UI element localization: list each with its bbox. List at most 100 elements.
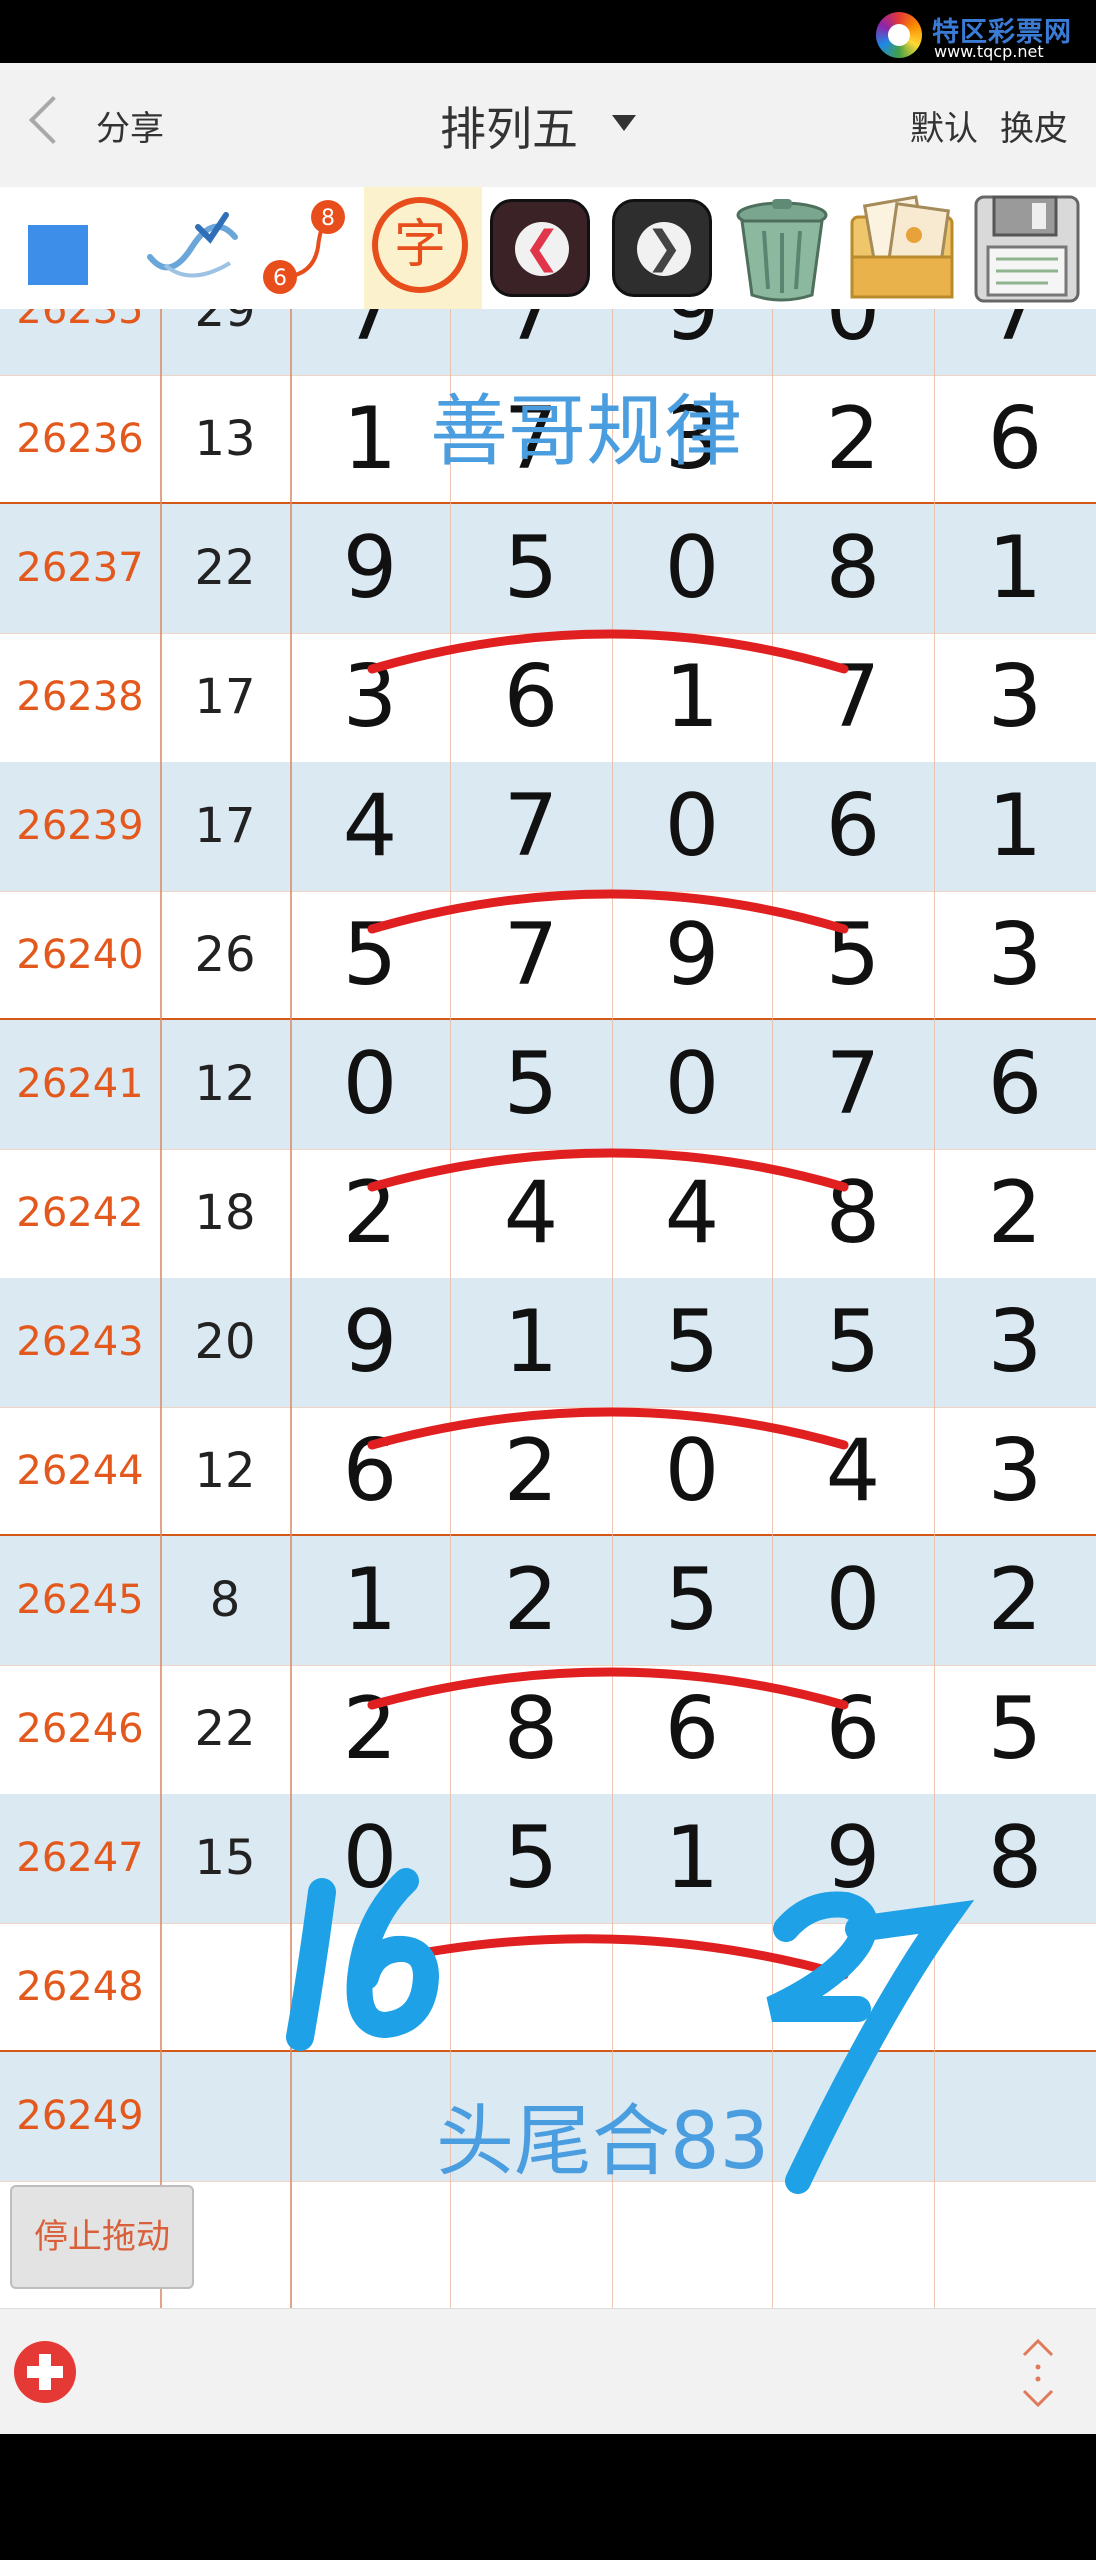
text-tool[interactable]: 字 bbox=[364, 187, 482, 309]
table-row[interactable]: 26245 8 1 2 5 0 2 bbox=[0, 1536, 1096, 1665]
color-square-tool[interactable] bbox=[28, 225, 88, 285]
digit-cell: 7 bbox=[825, 1034, 881, 1134]
digit-cell: 8 bbox=[503, 1679, 559, 1779]
digit-cell: 3 bbox=[987, 647, 1043, 747]
digit-cell: 0 bbox=[342, 1808, 398, 1908]
expand-collapse-icon[interactable] bbox=[1018, 2337, 1058, 2409]
photo-folder-icon bbox=[850, 195, 954, 299]
table-row[interactable]: 26242 18 2 4 4 8 2 bbox=[0, 1149, 1096, 1278]
counter-badges-icon: 8 6 bbox=[263, 200, 345, 294]
redo-button[interactable]: ❯ bbox=[612, 199, 712, 297]
digit-sum: 26 bbox=[194, 927, 256, 983]
issue-number: 26245 bbox=[16, 1577, 144, 1623]
digit-cell: 2 bbox=[342, 1679, 398, 1779]
site-watermark: 特区彩票网 www.tqcp.net bbox=[876, 8, 1096, 61]
table-row[interactable]: 26244 12 6 2 0 4 3 bbox=[0, 1407, 1096, 1536]
digit-sum: 12 bbox=[194, 1443, 256, 1499]
table-row[interactable]: 26241 12 0 5 0 7 6 bbox=[0, 1020, 1096, 1149]
save-button[interactable] bbox=[968, 187, 1086, 309]
table-row[interactable]: 26235 29 7 7 9 0 7 bbox=[0, 309, 1096, 375]
digit-cell: 2 bbox=[503, 1550, 559, 1650]
digit-sum: 29 bbox=[194, 309, 256, 338]
digit-cell: 9 bbox=[664, 309, 720, 360]
digit-cell: 7 bbox=[987, 309, 1043, 360]
digit-cell: 1 bbox=[342, 389, 398, 489]
digit-cell bbox=[450, 2181, 612, 2308]
annotation-title-text: 善哥规律 bbox=[430, 387, 743, 477]
table-row[interactable]: 26239 17 4 7 0 6 1 bbox=[0, 762, 1096, 891]
table-row[interactable]: 26238 17 3 6 1 7 3 bbox=[0, 633, 1096, 762]
app-header: 分享 排列五 默认 换皮 bbox=[0, 63, 1096, 187]
digit-cell: 5 bbox=[503, 518, 559, 618]
digit-cell bbox=[612, 2181, 772, 2308]
digit-cell bbox=[772, 2052, 934, 2181]
pen-curve-icon bbox=[147, 212, 238, 278]
digit-cell bbox=[934, 1923, 1096, 2052]
digit-cell: 0 bbox=[825, 1550, 881, 1650]
issue-number: 26237 bbox=[16, 545, 144, 591]
digit-cell: 9 bbox=[342, 518, 398, 618]
issue-number: 26239 bbox=[16, 803, 144, 849]
digit-cell bbox=[772, 2181, 934, 2308]
share-button[interactable]: 分享 bbox=[96, 101, 164, 150]
trash-button[interactable] bbox=[726, 187, 838, 309]
digit-cell: 7 bbox=[503, 776, 559, 876]
table-row[interactable]: 26248 bbox=[0, 1923, 1096, 2052]
digit-cell bbox=[934, 2181, 1096, 2308]
digit-cell bbox=[612, 1923, 772, 2052]
default-button[interactable]: 默认 bbox=[910, 101, 978, 150]
digit-cell: 6 bbox=[342, 1421, 398, 1521]
stop-drag-button[interactable]: 停止拖动 bbox=[10, 2185, 194, 2289]
digit-cell: 7 bbox=[503, 309, 559, 360]
digit-cell: 0 bbox=[342, 1034, 398, 1134]
digit-cell: 5 bbox=[503, 1034, 559, 1134]
undo-button[interactable]: ❮ bbox=[490, 199, 590, 297]
digit-cell: 1 bbox=[664, 1808, 720, 1908]
issue-number: 26243 bbox=[16, 1319, 144, 1365]
add-button[interactable] bbox=[14, 2341, 76, 2403]
digit-cell bbox=[290, 2181, 450, 2308]
lottery-title-dropdown[interactable]: 排列五 bbox=[440, 93, 578, 159]
digit-cell: 0 bbox=[664, 1421, 720, 1521]
site-logo-icon bbox=[876, 12, 922, 58]
digit-cell: 5 bbox=[342, 905, 398, 1005]
back-chevron-icon[interactable] bbox=[28, 95, 78, 145]
issue-number: 26240 bbox=[16, 932, 144, 978]
drawing-toolbar: 8 6 字 ❮ ❯ bbox=[0, 187, 1096, 309]
digit-cell: 0 bbox=[825, 309, 881, 360]
table-row[interactable]: 26240 26 5 7 9 5 3 bbox=[0, 891, 1096, 1020]
grid-line bbox=[290, 309, 292, 2308]
annotation-footer-text: 头尾合83 bbox=[436, 2097, 770, 2187]
digit-cell: 8 bbox=[825, 1163, 881, 1263]
table-row[interactable]: 26246 22 2 8 6 6 5 bbox=[0, 1665, 1096, 1794]
system-nav-area bbox=[0, 2434, 1096, 2560]
draw-history-grid[interactable]: 26235 29 7 7 9 0 7 26236 13 1 7 3 2 6 26237 22 9 5 0 8 1 2623… bbox=[0, 309, 1096, 2308]
digit-cell: 1 bbox=[987, 776, 1043, 876]
table-row[interactable]: 26243 20 9 1 5 5 3 bbox=[0, 1278, 1096, 1407]
gallery-button[interactable] bbox=[844, 187, 962, 309]
change-skin-button[interactable]: 换皮 bbox=[1000, 101, 1068, 150]
table-row[interactable]: 26247 15 0 5 1 9 8 bbox=[0, 1794, 1096, 1923]
digit-cell: 8 bbox=[987, 1808, 1043, 1908]
digit-cell: 5 bbox=[664, 1550, 720, 1650]
digit-sum: 22 bbox=[194, 1701, 256, 1757]
digit-sum: 12 bbox=[194, 1056, 256, 1112]
caret-down-icon[interactable] bbox=[612, 115, 636, 131]
issue-number: 26238 bbox=[16, 674, 144, 720]
grid-line bbox=[160, 309, 162, 2308]
pen-draw-tool[interactable] bbox=[140, 187, 250, 309]
counter-tool[interactable]: 8 6 bbox=[258, 187, 356, 309]
digit-cell: 7 bbox=[342, 309, 398, 360]
digit-cell: 2 bbox=[503, 1421, 559, 1521]
arrow-right-icon: ❯ bbox=[637, 222, 691, 276]
digit-cell: 0 bbox=[664, 1034, 720, 1134]
digit-cell: 1 bbox=[987, 518, 1043, 618]
table-row[interactable]: 26237 22 9 5 0 8 1 bbox=[0, 504, 1096, 633]
digit-sum bbox=[160, 1923, 290, 2052]
digit-cell: 7 bbox=[503, 905, 559, 1005]
counter-top-text: 8 bbox=[321, 206, 335, 231]
digit-cell: 8 bbox=[825, 518, 881, 618]
grid-line bbox=[450, 309, 451, 2308]
issue-number: 26236 bbox=[16, 416, 144, 462]
digit-cell: 9 bbox=[342, 1292, 398, 1392]
